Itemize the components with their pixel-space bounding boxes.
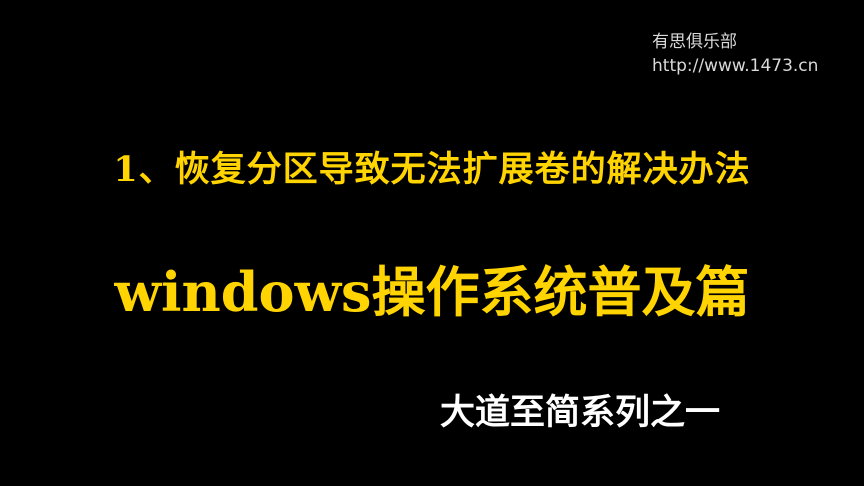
slide-heading: 1、恢复分区导致无法扩展卷的解决办法 [113,149,751,190]
slide-title: windows操作系统普及篇 [114,260,750,324]
video-frame: 有思俱乐部 http://www.1473.cn 1、恢复分区导致无法扩展卷的解… [0,0,864,486]
watermark: 有思俱乐部 http://www.1473.cn [652,30,818,78]
watermark-name: 有思俱乐部 [652,32,737,52]
watermark-url: http://www.1473.cn [652,56,819,76]
series-subtitle: 大道至简系列之一 [440,393,721,433]
